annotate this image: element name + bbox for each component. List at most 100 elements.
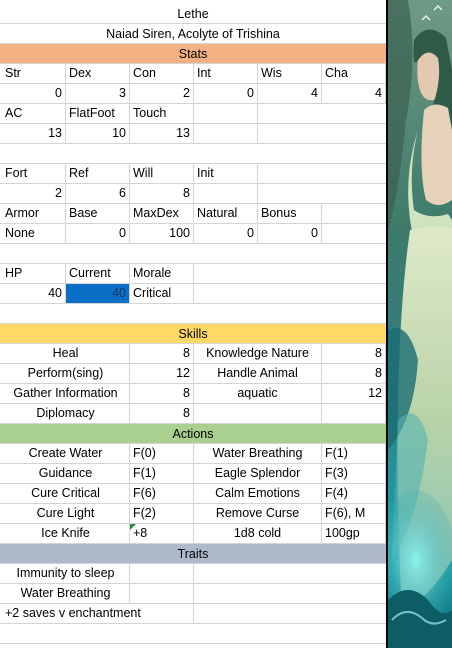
skills-title: Skills <box>178 327 208 341</box>
action-frequency[interactable]: F(3) <box>322 464 386 483</box>
skill-name[interactable]: Handle Animal <box>194 364 322 383</box>
morale-value[interactable]: Critical <box>130 284 194 303</box>
skill-value[interactable]: 8 <box>322 364 386 383</box>
skills-section-header[interactable]: Skills <box>0 324 386 344</box>
skill-value[interactable]: 12 <box>322 384 386 403</box>
armor-label-base[interactable]: Base <box>66 204 130 223</box>
hp-label-row: HP Current Morale <box>0 264 386 284</box>
action-name[interactable]: Cure Light <box>2 504 130 523</box>
action-name[interactable]: Create Water <box>2 444 130 463</box>
save-value-row: 2 6 8 <box>0 184 386 204</box>
action-cost[interactable]: 100gp <box>322 524 386 543</box>
save-label-will[interactable]: Will <box>130 164 194 183</box>
action-damage[interactable]: 1d8 cold <box>194 524 322 543</box>
armor-value-bonus[interactable]: 0 <box>258 224 322 243</box>
ability-value-cha[interactable]: 4 <box>322 84 386 103</box>
action-name[interactable]: Eagle Splendor <box>194 464 322 483</box>
action-name[interactable]: Guidance <box>2 464 130 483</box>
trait-item[interactable]: Water Breathing <box>2 584 130 603</box>
action-frequency[interactable]: F(1) <box>322 444 386 463</box>
empty-cell[interactable] <box>194 124 258 143</box>
ability-label-wis[interactable]: Wis <box>258 64 322 83</box>
ability-label-dex[interactable]: Dex <box>66 64 130 83</box>
trait-item[interactable]: Immunity to sleep <box>2 564 130 583</box>
action-frequency[interactable]: F(0) <box>130 444 194 463</box>
current-hp-value-selected[interactable]: 40 <box>66 284 130 303</box>
morale-label[interactable]: Morale <box>130 264 194 283</box>
skill-name[interactable] <box>194 404 322 423</box>
action-attack-bonus[interactable]: +8 <box>130 524 194 543</box>
armor-value-row: None 0 100 0 0 <box>0 224 386 244</box>
traits-section-header[interactable]: Traits <box>0 544 386 564</box>
empty-cell[interactable] <box>130 564 194 583</box>
save-label-fort[interactable]: Fort <box>2 164 66 183</box>
ability-label-int[interactable]: Int <box>194 64 258 83</box>
ability-value-str[interactable]: 0 <box>2 84 66 103</box>
action-frequency[interactable]: F(6) <box>130 484 194 503</box>
save-label-ref[interactable]: Ref <box>66 164 130 183</box>
defense-value-ac[interactable]: 13 <box>2 124 66 143</box>
armor-label-maxdex[interactable]: MaxDex <box>130 204 194 223</box>
empty-cell[interactable] <box>194 104 258 123</box>
comment-indicator-icon[interactable] <box>130 524 136 530</box>
save-value-will[interactable]: 8 <box>130 184 194 203</box>
skill-name[interactable]: Perform(sing) <box>2 364 130 383</box>
hp-label[interactable]: HP <box>2 264 66 283</box>
naiad-portrait-illustration <box>388 0 452 648</box>
action-frequency[interactable]: F(1) <box>130 464 194 483</box>
action-name[interactable]: Water Breathing <box>194 444 322 463</box>
skill-value[interactable] <box>322 404 386 423</box>
skill-name[interactable]: aquatic <box>194 384 322 403</box>
action-name[interactable]: Remove Curse <box>194 504 322 523</box>
ability-value-wis[interactable]: 4 <box>258 84 322 103</box>
defense-label-ac[interactable]: AC <box>2 104 66 123</box>
armor-value-armor[interactable]: None <box>2 224 66 243</box>
ability-label-str[interactable]: Str <box>2 64 66 83</box>
save-value-fort[interactable]: 2 <box>2 184 66 203</box>
action-name[interactable]: Cure Critical <box>2 484 130 503</box>
skill-value[interactable]: 8 <box>130 404 194 423</box>
save-value-ref[interactable]: 6 <box>66 184 130 203</box>
action-name[interactable]: Calm Emotions <box>194 484 322 503</box>
skill-name[interactable]: Diplomacy <box>2 404 130 423</box>
action-frequency[interactable]: F(6), M <box>322 504 386 523</box>
armor-label-natural[interactable]: Natural <box>194 204 258 223</box>
skill-value[interactable]: 8 <box>130 384 194 403</box>
skill-name[interactable]: Knowledge Nature <box>194 344 322 363</box>
skill-value[interactable]: 8 <box>130 344 194 363</box>
skill-value[interactable]: 8 <box>322 344 386 363</box>
ability-value-dex[interactable]: 3 <box>66 84 130 103</box>
armor-value-natural[interactable]: 0 <box>194 224 258 243</box>
character-subtitle-cell[interactable]: Naiad Siren, Acolyte of Trishina <box>0 24 386 44</box>
character-name: Lethe <box>177 7 209 21</box>
hp-max-value[interactable]: 40 <box>2 284 66 303</box>
save-label-init[interactable]: Init <box>194 164 258 183</box>
action-frequency[interactable]: F(2) <box>130 504 194 523</box>
skill-name[interactable]: Gather Information <box>2 384 130 403</box>
defense-value-touch[interactable]: 13 <box>130 124 194 143</box>
ability-value-con[interactable]: 2 <box>130 84 194 103</box>
current-hp-label[interactable]: Current <box>66 264 130 283</box>
action-frequency[interactable]: F(4) <box>322 484 386 503</box>
defense-label-touch[interactable]: Touch <box>130 104 194 123</box>
actions-section-header[interactable]: Actions <box>0 424 386 444</box>
ability-value-int[interactable]: 0 <box>194 84 258 103</box>
ability-value-row: 0 3 2 0 4 4 <box>0 84 386 104</box>
ability-label-con[interactable]: Con <box>130 64 194 83</box>
character-name-cell[interactable]: Lethe <box>0 4 386 24</box>
armor-value-base[interactable]: 0 <box>66 224 130 243</box>
armor-label-bonus[interactable]: Bonus <box>258 204 322 223</box>
armor-value-maxdex[interactable]: 100 <box>130 224 194 243</box>
save-value-init[interactable] <box>194 184 258 203</box>
blank-row <box>0 304 386 324</box>
empty-cell[interactable] <box>130 584 194 603</box>
skill-name[interactable]: Heal <box>2 344 130 363</box>
action-name[interactable]: Ice Knife <box>2 524 130 543</box>
skill-value[interactable]: 12 <box>130 364 194 383</box>
defense-label-flatfoot[interactable]: FlatFoot <box>66 104 130 123</box>
trait-item[interactable]: +2 saves v enchantment <box>2 604 194 623</box>
stats-section-header[interactable]: Stats <box>0 44 386 64</box>
ability-label-cha[interactable]: Cha <box>322 64 386 83</box>
armor-label-armor[interactable]: Armor <box>2 204 66 223</box>
defense-value-flatfoot[interactable]: 10 <box>66 124 130 143</box>
